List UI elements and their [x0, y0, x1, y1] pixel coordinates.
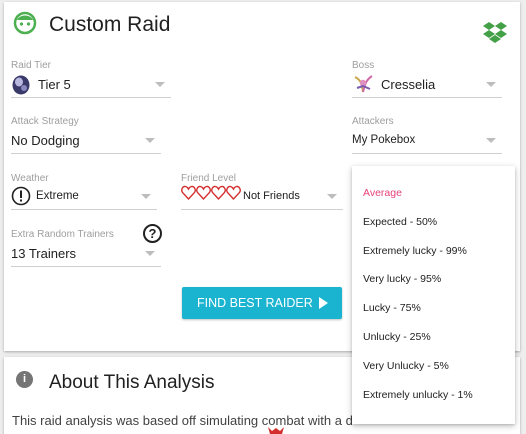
exclamation-circle-icon: [11, 186, 31, 206]
egg-icon: [12, 75, 30, 95]
dropdown-item-extremely-unlucky[interactable]: Extremely unlucky - 1%: [363, 389, 473, 401]
hearts-icon: [181, 185, 241, 201]
cresselia-icon: [354, 75, 373, 93]
boss-select[interactable]: Cresselia: [352, 72, 502, 98]
play-icon: [319, 297, 328, 309]
attackers-label: Attackers: [352, 116, 394, 127]
about-title: About This Analysis: [49, 372, 215, 393]
luck-dropdown-menu[interactable]: Average Expected - 50% Extremely lucky -…: [352, 166, 515, 424]
extra-trainers-value: 13 Trainers: [11, 246, 77, 261]
dropdown-item-very-lucky[interactable]: Very lucky - 95%: [363, 273, 441, 285]
chevron-down-icon: [145, 251, 155, 256]
dropdown-item-expected[interactable]: Expected - 50%: [363, 216, 437, 228]
find-best-raider-label: FIND BEST RAIDER: [197, 296, 313, 310]
extra-trainers-select[interactable]: 13 Trainers: [11, 241, 161, 267]
attackers-select[interactable]: My Pokebox: [352, 128, 502, 154]
page-title: Custom Raid: [49, 13, 171, 36]
attack-strategy-label: Attack Strategy: [11, 116, 79, 127]
boss-label: Boss: [352, 60, 375, 71]
info-icon: i: [16, 371, 33, 388]
dropdown-item-lucky[interactable]: Lucky - 75%: [363, 302, 421, 314]
friend-level-value: Not Friends: [243, 190, 300, 202]
weather-value: Extreme: [36, 190, 79, 202]
raid-tier-label: Raid Tier: [11, 60, 52, 71]
dropdown-item-average[interactable]: Average: [363, 187, 402, 199]
weather-label: Weather: [11, 173, 49, 184]
friend-level-label: Friend Level: [181, 173, 237, 184]
boss-value: Cresselia: [381, 77, 436, 92]
chevron-down-icon: [141, 194, 151, 199]
raid-tier-select[interactable]: Tier 5: [11, 72, 171, 98]
chevron-down-icon: [155, 82, 165, 87]
chevron-down-icon: [145, 138, 155, 143]
dropdown-item-unlucky[interactable]: Unlucky - 25%: [363, 331, 431, 343]
extra-trainers-label: Extra Random Trainers: [11, 229, 114, 240]
dropdown-item-extremely-lucky[interactable]: Extremely lucky - 99%: [363, 245, 467, 257]
chevron-down-icon: [486, 138, 496, 143]
pokemon-face-icon: [13, 11, 37, 35]
raid-boss-icon: [268, 427, 284, 434]
dropbox-icon[interactable]: [483, 21, 507, 43]
weather-select[interactable]: Extreme: [11, 184, 157, 210]
dropdown-item-very-unlucky[interactable]: Very Unlucky - 5%: [363, 360, 449, 372]
find-best-raider-button[interactable]: FIND BEST RAIDER: [182, 287, 342, 319]
about-text: This raid analysis was based off simulat…: [12, 413, 353, 428]
chevron-down-icon: [486, 82, 496, 87]
attackers-value: My Pokebox: [352, 134, 416, 146]
attack-strategy-value: No Dodging: [11, 133, 80, 148]
attack-strategy-select[interactable]: No Dodging: [11, 128, 161, 154]
chevron-down-icon: [327, 194, 337, 199]
friend-level-select[interactable]: Not Friends: [181, 184, 343, 210]
raid-tier-value: Tier 5: [38, 77, 71, 92]
